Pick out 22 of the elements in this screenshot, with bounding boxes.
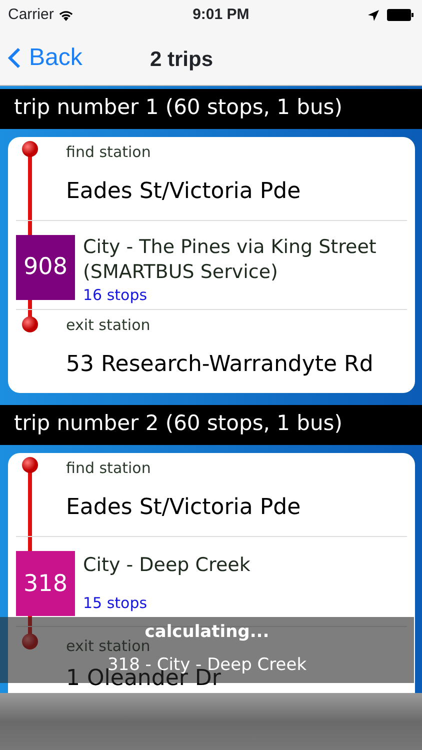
back-chevron-icon <box>8 46 21 68</box>
stop-count: 16 stops <box>83 285 148 306</box>
location-arrow-icon <box>368 10 379 20</box>
station-label: find station <box>66 144 151 160</box>
trip-header: trip number 2 (60 stops, 1 bus) <box>0 405 422 445</box>
route-number-badge: 318 <box>16 551 75 616</box>
route-name: City - Deep Creek <box>83 553 250 578</box>
station-name: 53 Research-Warrandyte Rd <box>66 353 374 378</box>
stop-count: 15 stops <box>83 592 148 614</box>
battery-icon <box>386 9 414 21</box>
route-number-badge: 908 <box>16 235 75 300</box>
carrier-name: Carrier <box>8 4 54 25</box>
station-name: Eades St/Victoria Pde <box>66 496 301 520</box>
station-name: Eades St/Victoria Pde <box>66 180 301 204</box>
screen-title: 2 trips <box>150 47 214 73</box>
station-label: find station <box>66 460 151 477</box>
back-button[interactable]: Back <box>0 40 90 76</box>
trip-header: trip number 1 (60 stops, 1 bus) <box>0 89 422 128</box>
wifi-icon <box>58 9 74 21</box>
status-time: 9:01 PM <box>192 4 250 25</box>
station-label: exit station <box>66 316 150 334</box>
route-name: City - The Pines via King Street (SMARTBUS Service) <box>83 235 378 284</box>
